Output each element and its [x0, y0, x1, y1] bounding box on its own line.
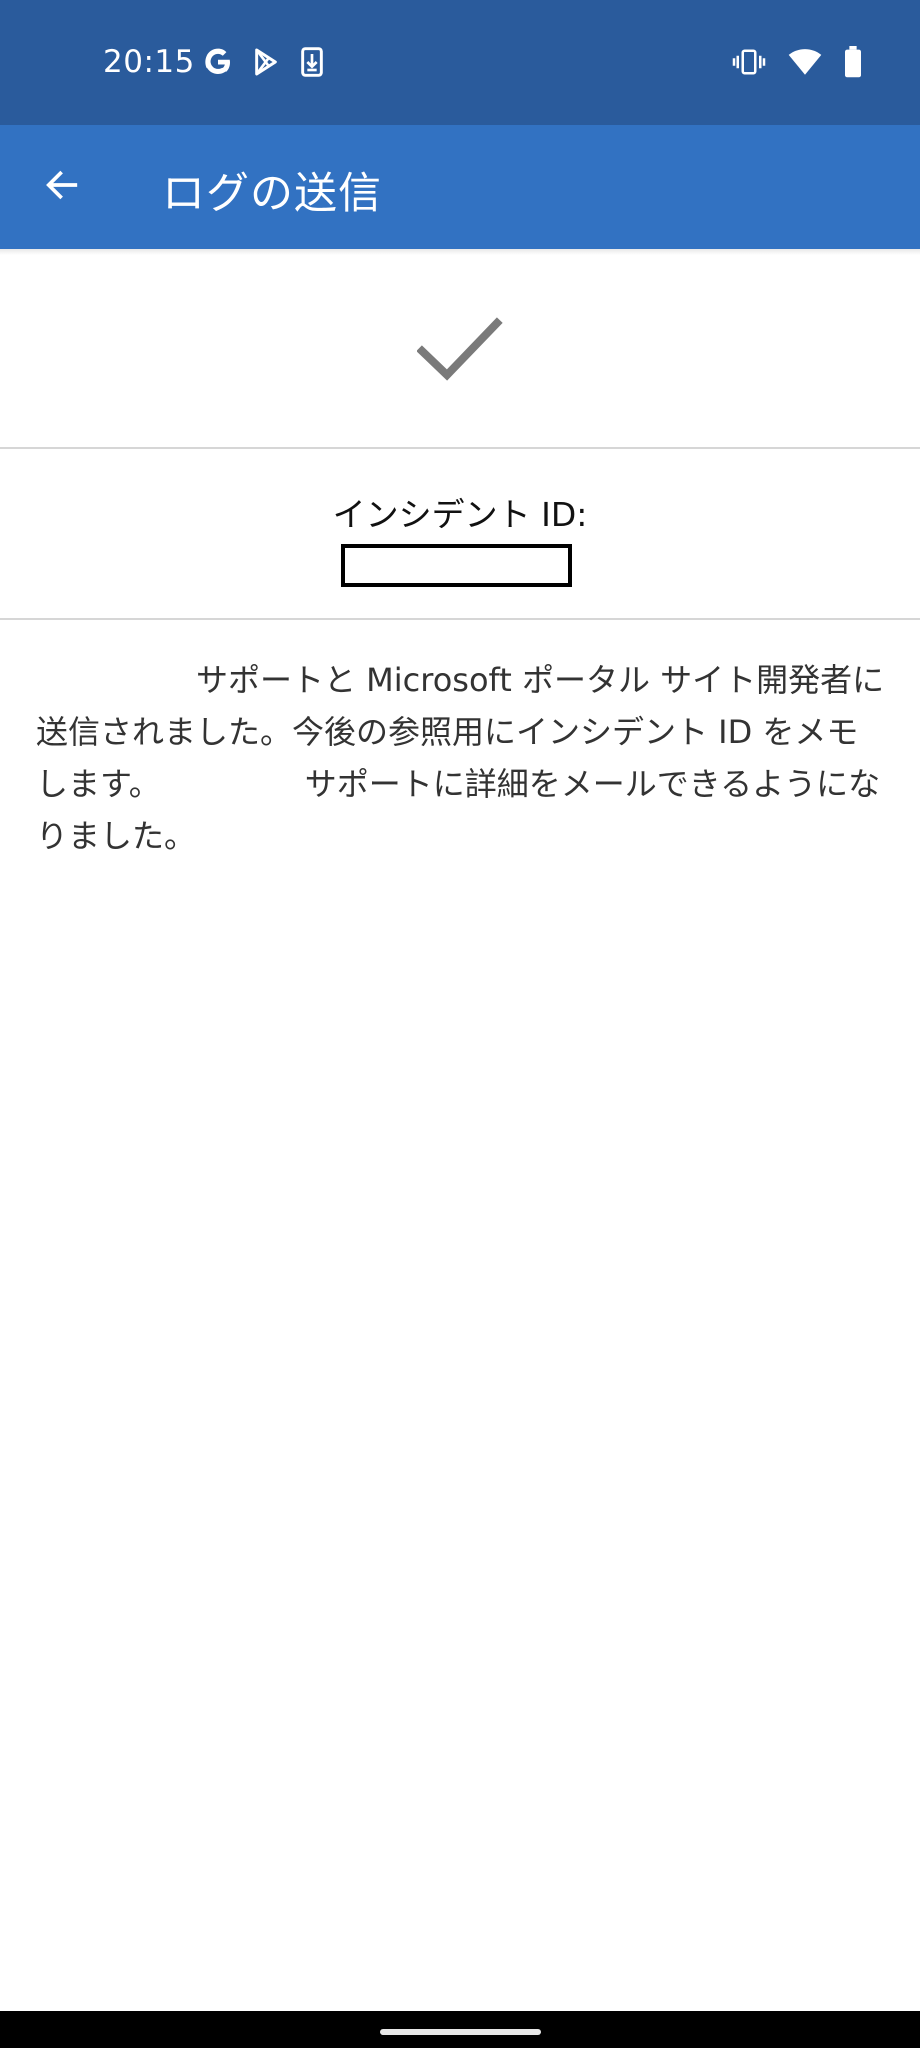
confirmation-message: サポートと Microsoft ポータル サイト開発者に送信されました。今後の参… — [36, 661, 885, 855]
divider-bottom — [0, 618, 920, 620]
success-section — [0, 255, 920, 448]
incident-id-label: インシデント ID: — [332, 495, 588, 534]
status-time: 20:15 — [103, 44, 195, 80]
divider-top — [0, 447, 920, 449]
wifi-icon — [788, 47, 822, 77]
app-bar: ログの送信 — [0, 125, 920, 249]
status-icons-right — [732, 46, 862, 78]
status-icons-left — [202, 46, 326, 78]
download-icon — [298, 46, 326, 78]
vibrate-icon — [732, 47, 766, 77]
incident-id-value — [341, 544, 572, 587]
checkmark-icon — [416, 316, 503, 387]
navigation-bar — [0, 2011, 920, 2048]
google-icon — [202, 46, 234, 78]
page-title: ログの送信 — [162, 169, 382, 219]
back-button[interactable] — [30, 157, 94, 217]
play-store-icon — [250, 46, 282, 78]
status-bar: 20:15 — [0, 0, 920, 125]
arrow-left-icon — [42, 165, 82, 209]
home-handle[interactable] — [380, 2029, 541, 2035]
battery-icon — [844, 46, 862, 78]
